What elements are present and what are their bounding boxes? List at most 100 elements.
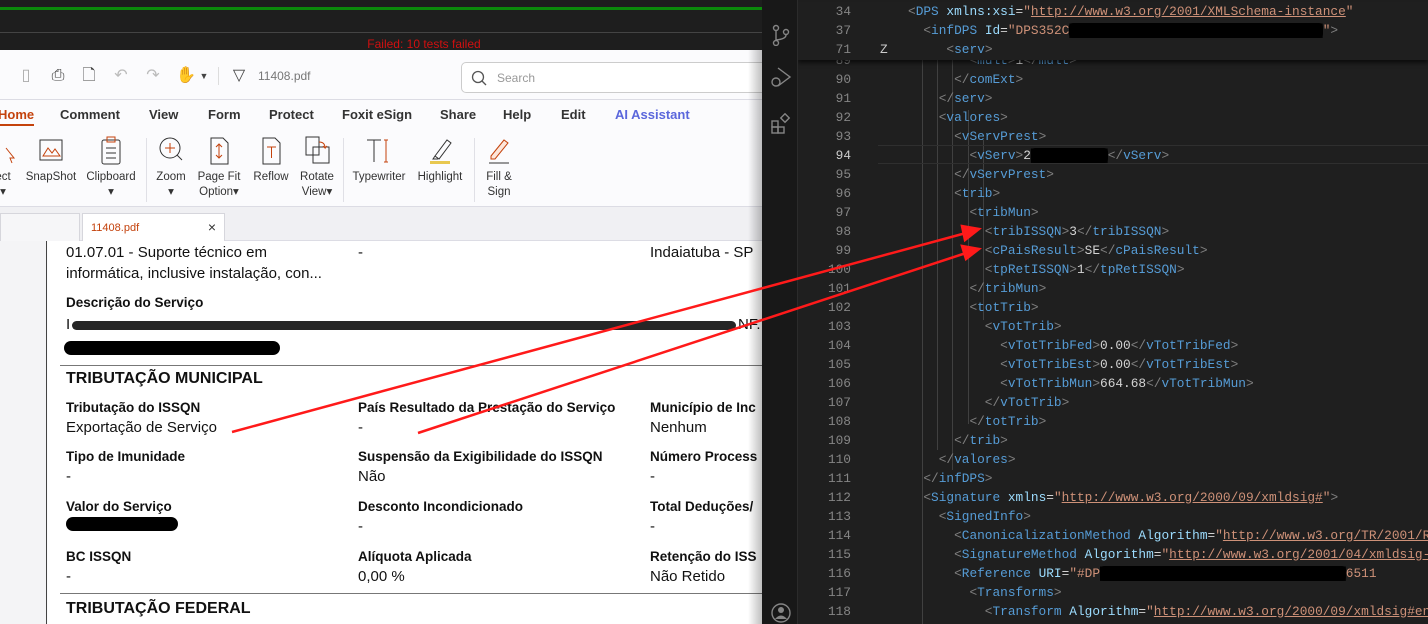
document-tab-active[interactable]: 11408.pdf × [82,213,225,241]
source-control-icon[interactable] [770,24,792,46]
code-line[interactable]: 116 <Reference URI="#DP█████████████████… [798,564,1428,583]
line-number: 37 [835,23,851,38]
zoom-icon [159,137,183,161]
label: Rotate [300,171,334,183]
clipboard-button[interactable]: Clipboard ▾ [84,134,138,200]
code-line[interactable]: 91 </serv> [798,89,1428,108]
account-icon[interactable] [770,602,792,624]
code-line[interactable]: 98 <tribISSQN>3</tribISSQN> [798,222,1428,241]
code-line[interactable]: 104 <vTotTribFed>0.00</vTotTribFed> [798,336,1428,355]
label: Reflow [253,171,289,183]
code-text: <Transform Algorithm="http://www.w3.org/… [984,603,1428,619]
window-shadow [748,50,762,624]
field-label: País Resultado da Prestação do Serviço [358,400,616,415]
label: Page Fit [197,171,241,183]
tab-help[interactable]: Help [503,107,531,122]
search-icon [471,70,487,86]
code-line[interactable]: 93 <vServPrest> [798,127,1428,146]
code-line[interactable]: 94 <vServ>2██████████</vServ> [798,146,1428,165]
line-number: 114 [827,527,851,543]
code-line[interactable]: 111 </infDPS> [798,469,1428,488]
undo-icon[interactable]: ↶ [112,67,130,85]
code-line[interactable]: 34 <DPS xmlns:xsi="http://www.w3.org/2001… [798,2,1428,21]
code-line[interactable]: 103 <vTotTrib> [798,317,1428,336]
field-value: - [66,568,71,585]
sticky-scroll-header[interactable]: 34 <DPS xmlns:xsi="http://www.w3.org/2001… [798,2,1428,60]
code-line[interactable]: 92 <valores> [798,108,1428,127]
redaction [72,321,736,330]
tab-foxit-esign[interactable]: Foxit eSign [342,107,412,122]
document-properties-icon[interactable]: 🗋 [80,67,98,85]
code-line[interactable]: 37 <infDPS Id="DPS352C██████████████████… [798,21,1428,40]
code-line[interactable]: 113 <SignedInfo> [798,507,1428,526]
tab-share[interactable]: Share [440,107,476,122]
line-number: 34 [835,4,851,19]
service-code-line1: 01.07.01 - Suporte técnico em [66,244,267,261]
tab-home[interactable]: Home [0,107,35,126]
chevron-down-icon[interactable]: ▼ [195,67,213,85]
customize-icon[interactable]: ▽ [230,67,248,85]
redo-icon[interactable]: ↷ [144,67,162,85]
line-number: 104 [827,337,851,353]
code-line[interactable]: 106 <vTotTribMun>664.68</vTotTribMun> [798,374,1428,393]
code-line[interactable]: 112 <Signature xmlns="http://www.w3.org/… [798,488,1428,507]
pdf-page: 01.07.01 - Suporte técnico em informátic… [48,241,762,624]
code-text: <trib> [954,185,1001,201]
code-line[interactable]: 105 <vTotTribEst>0.00</vTotTribEst> [798,355,1428,374]
tab-form[interactable]: Form [208,107,241,122]
print-icon[interactable]: ⎙ [49,67,67,85]
section-divider [60,593,762,594]
code-line[interactable]: 108 </totTrib> [798,412,1428,431]
fill-and-sign-button[interactable]: Fill & Sign [482,134,516,200]
document-tabs: 11408.pdf × [0,207,762,241]
extensions-icon[interactable] [770,113,792,135]
code-line[interactable]: 102 <totTrib> [798,298,1428,317]
line-number: 108 [827,413,851,429]
code-text: <tribMun> [969,204,1039,220]
highlight-button[interactable]: Highlight [413,134,467,185]
document-tab[interactable] [0,213,80,241]
close-icon[interactable]: × [208,219,216,235]
code-line[interactable]: 95 </vServPrest> [798,165,1428,184]
typewriter-button[interactable]: Typewriter [350,134,408,185]
code-line[interactable]: 118 <Transform Algorithm="http://www.w3.… [798,602,1428,621]
code-line[interactable]: 107 </vTotTrib> [798,393,1428,412]
code-line[interactable]: 110 </valores> [798,450,1428,469]
code-line[interactable]: 99 <cPaisResult>SE</cPaisResult> [798,241,1428,260]
tab-comment[interactable]: Comment [60,107,120,122]
hand-tool-icon[interactable]: ✋ [176,67,196,85]
line-number: 97 [835,204,851,220]
code-text: <vServPrest> [954,128,1047,144]
line-number: 91 [835,90,851,106]
tab-ai-assistant[interactable]: AI Assistant [615,107,690,122]
page-fit-option-button[interactable]: Page Fit Option▾ [196,134,242,200]
tab-edit[interactable]: Edit [561,107,586,122]
snapshot-button[interactable]: SnapShot [24,134,78,185]
code-line[interactable]: 71 Z <serv> [798,40,1428,59]
code-line[interactable]: 114 <CanonicalizationMethod Algorithm="h… [798,526,1428,545]
code-line[interactable]: 117 <Transforms> [798,583,1428,602]
tab-protect[interactable]: Protect [269,107,314,122]
save-icon[interactable]: ▯ [17,67,35,85]
activity-bar [762,0,798,624]
search-input[interactable]: Search [461,62,762,93]
zoom-button[interactable]: Zoom ▾ [154,134,188,200]
code-line[interactable]: 109 </trib> [798,431,1428,450]
code-line[interactable]: 96 <trib> [798,184,1428,203]
code-line[interactable]: 90 </comExt> [798,70,1428,89]
code-line[interactable]: 97 <tribMun> [798,203,1428,222]
code-line[interactable]: 100 <tpRetISSQN>1</tpRetISSQN> [798,260,1428,279]
rotate-view-button[interactable]: Rotate View▾ [297,134,337,200]
line-number: 109 [827,432,851,448]
section-divider [60,365,762,366]
run-debug-icon[interactable] [770,66,792,88]
select-button[interactable]: ect ▾ [0,134,20,200]
tab-view[interactable]: View [149,107,178,122]
reflow-button[interactable]: Reflow [251,134,291,185]
line-number: 106 [827,375,851,391]
code-text: <Reference URI="#DP█████████████████████… [954,565,1377,581]
line-number: 113 [827,508,851,524]
code-line[interactable]: 115 <SignatureMethod Algorithm="http://w… [798,545,1428,564]
code-line[interactable]: 101 </tribMun> [798,279,1428,298]
code-editor[interactable]: 89 <mult>1</mult> 90 </comExt> 91 </serv> 9… [798,0,1428,624]
